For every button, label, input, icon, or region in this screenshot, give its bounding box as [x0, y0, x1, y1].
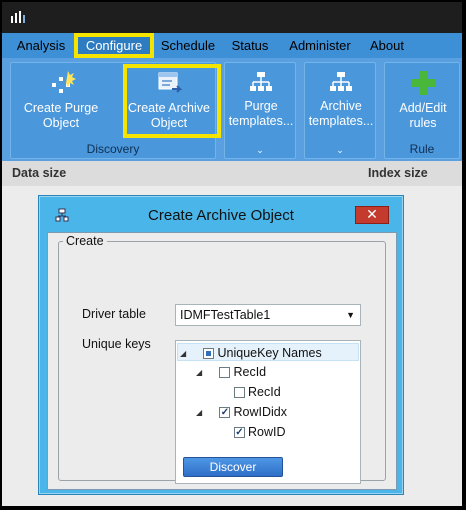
archive-templates-label: Archive templates...: [308, 99, 374, 128]
tree-checkbox-root[interactable]: [203, 348, 215, 360]
chevron-down-icon[interactable]: ⌄: [305, 146, 375, 156]
create-groupbox-label: Create: [63, 234, 107, 248]
chevron-down-icon[interactable]: ⌄: [225, 146, 295, 156]
create-archive-dialog: Create Archive Object ✕ Create Driver ta…: [38, 195, 404, 495]
add-rule-plus-icon: [411, 71, 435, 95]
dropdown-arrow-icon: ▼: [346, 310, 355, 320]
create-archive-label: Create Archive Object: [128, 101, 210, 130]
column-index-size: Index size: [368, 166, 428, 180]
ribbon-group-purge-templates: Purge templates... ⌄: [224, 62, 296, 159]
ribbon-group-rule: Add/Edit rules Rule: [384, 62, 460, 159]
ribbon-group-discovery: Create Purge Object Create Archive Objec…: [10, 62, 216, 159]
menu-about[interactable]: About: [362, 33, 412, 58]
purge-templates-icon: [250, 72, 272, 91]
create-purge-object-button[interactable]: Create Purge Object: [19, 69, 103, 131]
tree-node-recid-child[interactable]: RecId: [234, 383, 281, 401]
app-window: Analysis Configure Schedule Status Admin…: [2, 2, 462, 506]
close-button[interactable]: ✕: [355, 206, 389, 224]
column-data-size: Data size: [12, 166, 67, 180]
menu-analysis[interactable]: Analysis: [8, 33, 74, 58]
driver-table-label: Driver table: [82, 307, 146, 321]
expand-collapse-icon[interactable]: ◢: [196, 364, 206, 382]
archive-templates-icon: [330, 72, 352, 91]
rule-group-label: Rule: [409, 142, 435, 156]
menu-configure[interactable]: Configure: [74, 33, 154, 58]
discover-button[interactable]: Discover: [183, 457, 283, 477]
ribbon: Create Purge Object Create Archive Objec…: [2, 58, 462, 161]
archive-templates-button[interactable]: Archive templates...: [305, 69, 377, 129]
dialog-client-area: Create Driver table IDMFTestTable1 ▼ Uni…: [47, 232, 397, 490]
driver-table-value: IDMFTestTable1: [180, 308, 271, 322]
unique-keys-label: Unique keys: [82, 337, 151, 351]
menu-status[interactable]: Status: [224, 33, 276, 58]
create-archive-object-button[interactable]: Create Archive Object: [125, 69, 213, 131]
add-edit-rules-label: Add/Edit rules: [399, 101, 447, 130]
purge-templates-button[interactable]: Purge templates...: [225, 69, 297, 129]
discovery-group-label: Discovery: [86, 142, 140, 156]
tree-label-root: UniqueKey Names: [217, 346, 322, 360]
menu-administer[interactable]: Administer: [280, 33, 360, 58]
tree-node-rowididx[interactable]: ◢ ✓ RowIDidx: [196, 403, 287, 421]
tree-checkbox-rowididx[interactable]: ✓: [219, 407, 231, 419]
menu-schedule[interactable]: Schedule: [154, 33, 222, 58]
tree-label-recid-child: RecId: [248, 385, 281, 399]
menu-bar: Analysis Configure Schedule Status Admin…: [2, 33, 462, 58]
tree-node-root[interactable]: ◢ UniqueKey Names: [177, 343, 359, 361]
archive-object-icon: [158, 72, 183, 93]
title-strip: [2, 2, 462, 33]
purge-templates-label: Purge templates...: [228, 99, 294, 128]
tree-checkbox-recid-child[interactable]: [234, 387, 245, 399]
tree-label-rowid: RowID: [248, 425, 286, 439]
app-logo-icon: [11, 11, 25, 23]
tree-checkbox-recid[interactable]: [219, 367, 231, 379]
create-purge-label: Create Purge Object: [23, 101, 99, 130]
tree-label-rowididx: RowIDidx: [233, 405, 287, 419]
tree-node-recid[interactable]: ◢ RecId: [196, 363, 266, 381]
expand-collapse-icon[interactable]: ◢: [180, 345, 190, 363]
grid-column-header: Data size Index size: [2, 161, 462, 186]
tree-checkbox-rowid[interactable]: ✓: [234, 427, 245, 439]
add-edit-rules-button[interactable]: Add/Edit rules: [385, 69, 461, 131]
tree-label-recid: RecId: [233, 365, 267, 379]
purge-object-icon: [52, 71, 76, 93]
ribbon-group-archive-templates: Archive templates... ⌄: [304, 62, 376, 159]
driver-table-select[interactable]: IDMFTestTable1 ▼: [175, 304, 361, 326]
dialog-title: Create Archive Object: [148, 207, 294, 224]
expand-collapse-icon[interactable]: ◢: [196, 404, 206, 422]
tree-node-rowid[interactable]: ✓ RowID: [234, 423, 286, 441]
